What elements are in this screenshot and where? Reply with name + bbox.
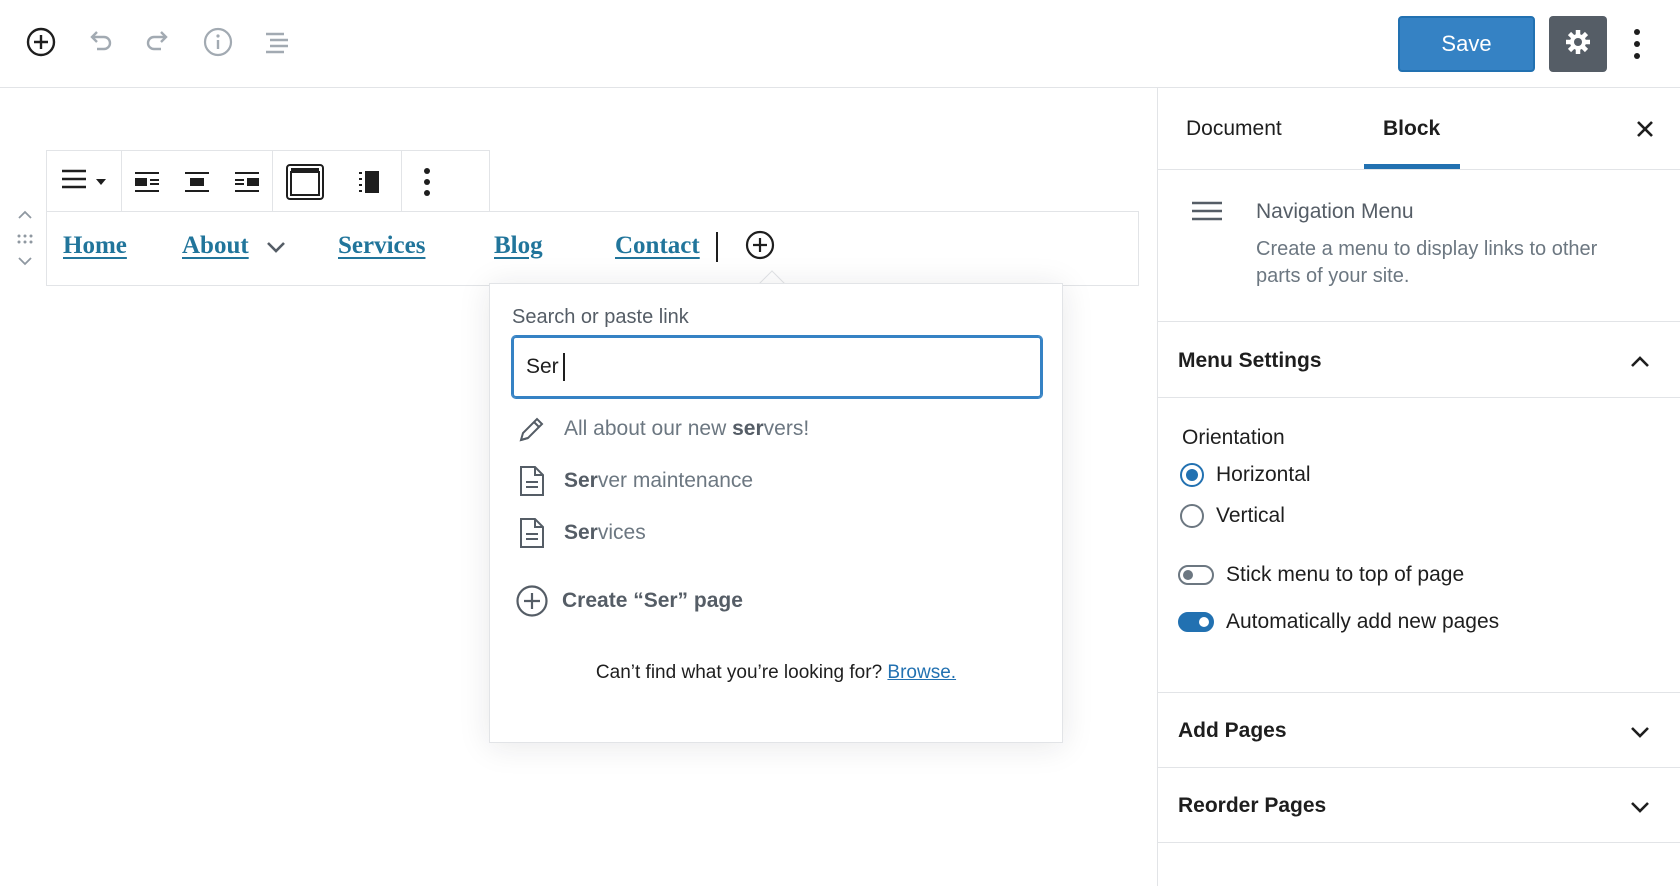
toggle-switch[interactable] — [1178, 565, 1214, 585]
more-vertical-icon[interactable] — [1622, 20, 1652, 68]
popover-footer: Can’t find what you’re looking for? Brow… — [490, 662, 1062, 684]
full-width-icon[interactable] — [337, 152, 401, 212]
radio-vertical[interactable]: Vertical — [1180, 504, 1285, 528]
panel-title: Reorder Pages — [1178, 793, 1327, 817]
radio-label: Horizontal — [1216, 463, 1311, 486]
toggle-label: Stick menu to top of page — [1226, 563, 1465, 586]
chevron-down-icon — [1628, 795, 1652, 819]
chevron-up-icon — [1628, 350, 1652, 374]
radio-button[interactable] — [1180, 504, 1204, 528]
redo-icon[interactable] — [138, 22, 178, 62]
input-caret — [562, 353, 565, 381]
suggestion-text: All about our new servers! — [564, 417, 810, 440]
block-title: Navigation Menu — [1256, 200, 1414, 223]
top-toolbar: Save — [0, 0, 1680, 88]
align-center-icon[interactable] — [172, 152, 222, 212]
nav-item-contact[interactable]: Contact — [615, 232, 700, 260]
panel-title: Add Pages — [1178, 718, 1287, 742]
add-nav-item-button[interactable] — [743, 230, 777, 264]
nav-item-about[interactable]: About — [182, 232, 249, 260]
settings-sidebar: Document Block Navigation Menu Create a … — [1157, 88, 1680, 886]
block-card: Navigation Menu Create a menu to display… — [1158, 170, 1680, 322]
page-icon — [512, 517, 552, 549]
toggle-stick-menu[interactable]: Stick menu to top of page — [1178, 563, 1464, 587]
page-icon — [512, 465, 552, 497]
create-page-button[interactable]: Create “Ser” page — [512, 576, 743, 626]
link-search-input[interactable]: Ser — [512, 336, 1042, 398]
footer-text: Can’t find what you’re looking for? — [595, 662, 883, 683]
move-up-icon[interactable] — [16, 208, 34, 227]
outline-icon[interactable] — [257, 22, 297, 62]
suggestion-text: Server maintenance — [564, 469, 754, 492]
move-down-icon[interactable] — [16, 254, 34, 273]
align-left-icon[interactable] — [122, 152, 172, 212]
toggle-label: Automatically add new pages — [1226, 610, 1500, 633]
browse-link[interactable]: Browse. — [887, 662, 956, 683]
block-mover — [12, 208, 38, 276]
radio-label: Vertical — [1216, 504, 1285, 527]
pencil-icon — [512, 414, 552, 444]
panel-title: Menu Settings — [1178, 348, 1322, 372]
block-description: Create a menu to display links to other … — [1256, 238, 1598, 287]
align-right-icon[interactable] — [222, 152, 272, 212]
add-block-icon[interactable] — [21, 22, 61, 62]
active-tab-indicator — [1364, 164, 1460, 169]
close-icon[interactable] — [1630, 114, 1660, 144]
toggle-switch[interactable] — [1178, 612, 1214, 632]
link-search-popover: Search or paste link Ser All about our n… — [489, 283, 1063, 743]
orientation-label: Orientation — [1182, 426, 1285, 449]
toggle-auto-add-pages[interactable]: Automatically add new pages — [1178, 610, 1499, 634]
nav-item-services[interactable]: Services — [338, 232, 425, 260]
menu-icon — [1192, 200, 1224, 227]
add-pages-panel-toggle[interactable]: Add Pages — [1158, 694, 1680, 768]
create-page-label: Create “Ser” page — [562, 589, 743, 612]
tab-document[interactable]: Document — [1186, 88, 1282, 170]
settings-button[interactable] — [1549, 16, 1607, 72]
sidebar-tabs: Document Block — [1158, 88, 1680, 170]
gear-icon — [1563, 27, 1593, 62]
menu-icon — [62, 168, 92, 195]
undo-icon[interactable] — [80, 22, 120, 62]
tab-block[interactable]: Block — [1383, 88, 1440, 170]
search-label: Search or paste link — [512, 306, 689, 328]
save-button[interactable]: Save — [1398, 16, 1535, 72]
info-icon[interactable] — [198, 22, 238, 62]
text-caret — [716, 232, 718, 262]
menu-settings-body: Orientation Horizontal Vertical Stick me… — [1158, 398, 1680, 693]
drag-handle-icon[interactable] — [16, 232, 34, 250]
suggestion-text: Services — [564, 521, 646, 544]
caret-down-icon — [96, 173, 106, 191]
menu-settings-panel-toggle[interactable]: Menu Settings — [1158, 324, 1680, 398]
chevron-down-icon — [1628, 720, 1652, 744]
suggestion-item[interactable]: Services — [512, 508, 1042, 558]
radio-button[interactable] — [1180, 463, 1204, 487]
chevron-down-icon[interactable] — [265, 240, 287, 259]
plus-circle-icon — [744, 229, 776, 266]
plus-circle-icon — [512, 584, 552, 618]
navigation-block: Home About Services Blog Contact — [46, 211, 1139, 286]
nav-item-blog[interactable]: Blog — [494, 232, 543, 260]
more-options-icon[interactable] — [402, 152, 452, 212]
reorder-pages-panel-toggle[interactable]: Reorder Pages — [1158, 769, 1680, 843]
suggestion-item[interactable]: Server maintenance — [512, 456, 1042, 506]
block-toolbar — [46, 150, 490, 212]
wide-width-icon[interactable] — [273, 152, 337, 212]
search-input-value: Ser — [526, 355, 559, 378]
block-type-switcher[interactable] — [47, 152, 121, 212]
nav-item-home[interactable]: Home — [63, 232, 127, 260]
radio-horizontal[interactable]: Horizontal — [1180, 463, 1311, 487]
suggestion-item[interactable]: All about our new servers! — [512, 404, 1042, 454]
